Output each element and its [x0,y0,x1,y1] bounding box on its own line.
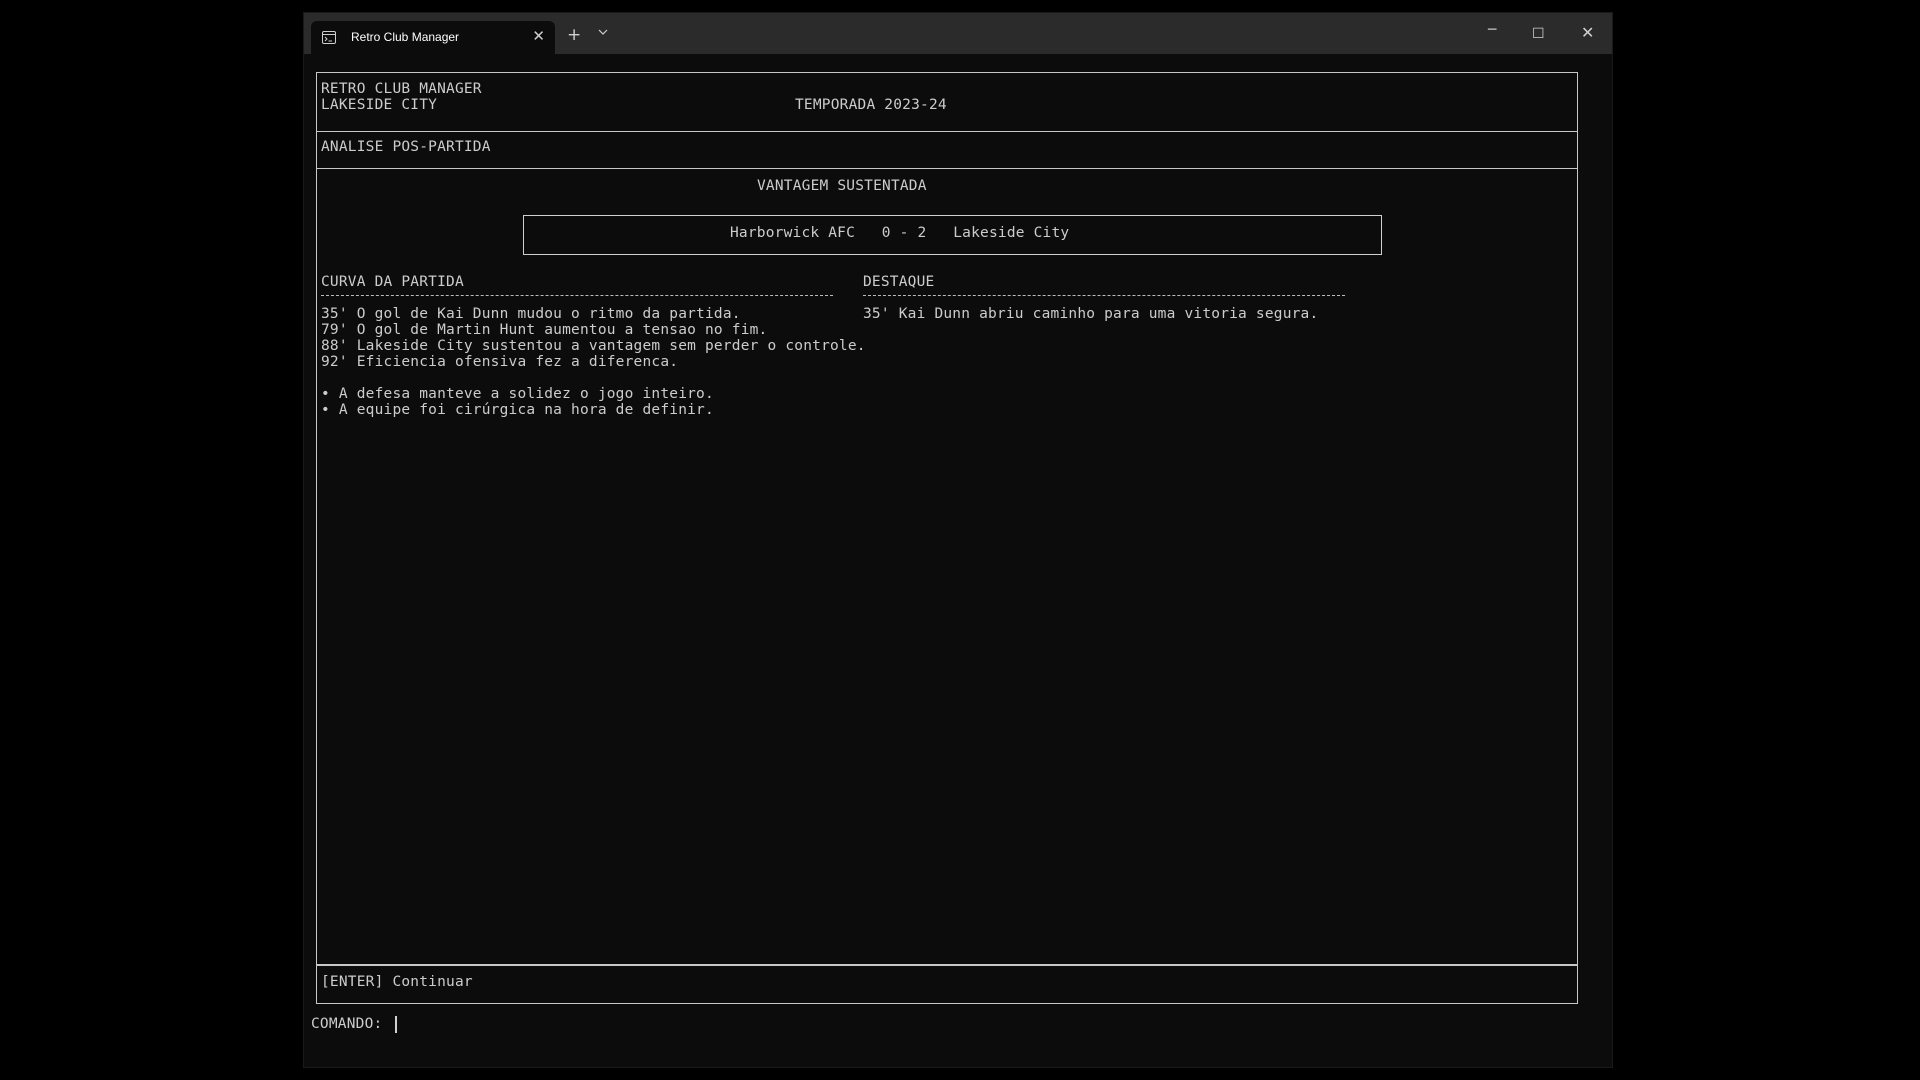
curve-bullet: • A equipe foi cirúrgica na hora de defi… [321,402,714,418]
scoreline-box: Harborwick AFC 0 - 2 Lakeside City [523,215,1382,255]
tab-title: Retro Club Manager [351,30,460,44]
season-label: TEMPORADA 2023-24 [795,97,947,113]
main-panel: VANTAGEM SUSTENTADA Harborwick AFC 0 - 2… [316,168,1578,966]
headline: VANTAGEM SUSTENTADA [757,178,927,194]
scoreline: Harborwick AFC 0 - 2 Lakeside City [730,225,1070,241]
chevron-down-icon[interactable] [598,27,608,37]
tab-retro-club-manager[interactable]: Retro Club Manager ✕ [311,21,555,54]
curve-event: 88' Lakeside City sustentou a vantagem s… [321,338,866,354]
footer-panel: [ENTER] Continuar [316,964,1578,1004]
curve-event: 92' Eficiencia ofensiva fez a diferenca. [321,354,679,370]
close-window-icon[interactable]: ✕ [1581,23,1594,42]
command-prompt: COMANDO: [311,1016,383,1032]
curve-title: CURVA DA PARTIDA [321,274,464,290]
section-title-panel: ANALISE POS-PARTIDA [316,130,1578,169]
curve-divider [321,295,833,296]
app-name: RETRO CLUB MANAGER [321,81,482,97]
highlight-divider [863,295,1345,296]
close-icon[interactable]: ✕ [532,27,545,45]
maximize-icon[interactable]: ☐ [1532,26,1545,42]
terminal-icon [322,31,336,44]
continue-hint[interactable]: [ENTER] Continuar [321,974,473,990]
curve-event: 79' O gol de Martin Hunt aumentou a tens… [321,322,768,338]
curve-event: 35' O gol de Kai Dunn mudou o ritmo da p… [321,306,741,322]
terminal-window: Retro Club Manager ✕ + ─ ☐ ✕ RETRO CLUB … [304,13,1612,1067]
curve-bullet: • A defesa manteve a solidez o jogo inte… [321,386,714,402]
minimize-icon[interactable]: ─ [1488,22,1496,38]
highlight-title: DESTAQUE [863,274,935,290]
section-title: ANALISE POS-PARTIDA [321,139,491,155]
plus-icon[interactable]: + [567,25,581,45]
club-name: LAKESIDE CITY [321,97,438,113]
header-panel: RETRO CLUB MANAGER LAKESIDE CITY TEMPORA… [316,72,1578,132]
text-cursor [395,1016,397,1033]
title-bar: Retro Club Manager ✕ + ─ ☐ ✕ [304,13,1612,54]
highlight-text: 35' Kai Dunn abriu caminho para uma vito… [863,306,1319,322]
